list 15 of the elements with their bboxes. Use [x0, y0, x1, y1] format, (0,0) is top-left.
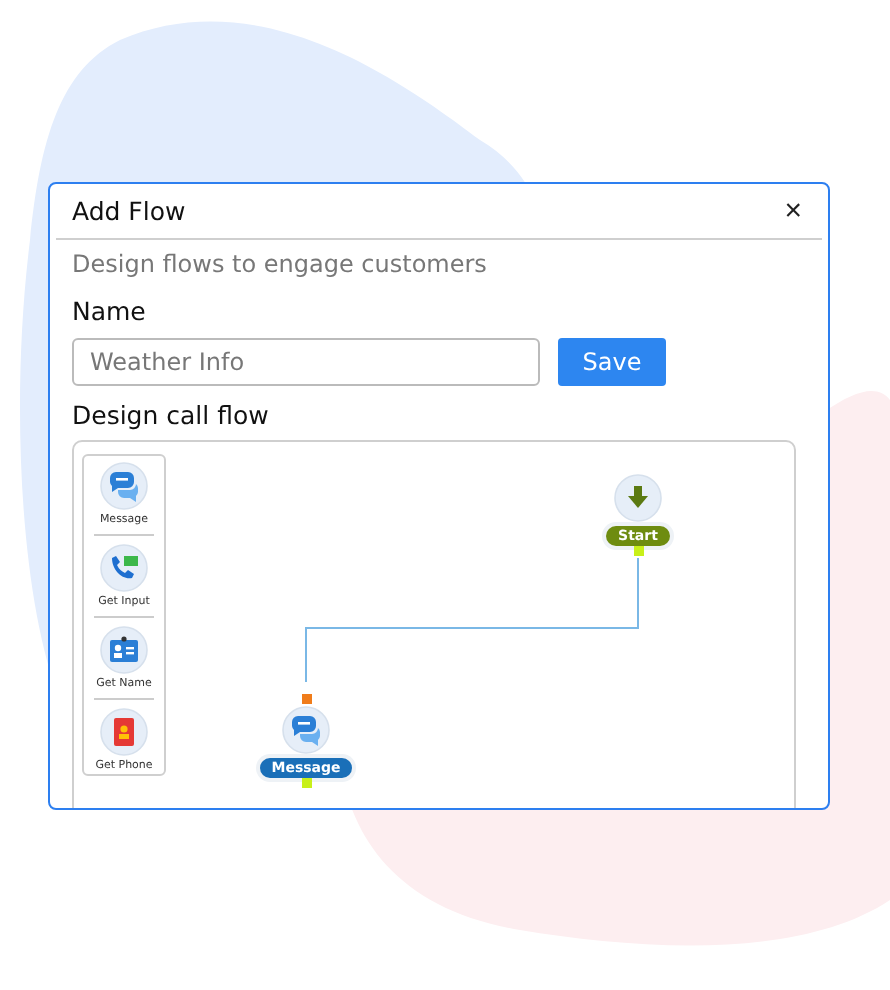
contact-book-icon [100, 708, 148, 756]
id-card-icon [100, 626, 148, 674]
dialog-subtitle: Design flows to engage customers [72, 250, 489, 278]
field-label: Name [72, 296, 148, 326]
output-port[interactable] [301, 778, 311, 788]
chat-icon [282, 706, 330, 754]
section-label: Design call flow [72, 400, 271, 430]
dialog-title: Add Flow [72, 196, 186, 226]
output-port[interactable] [633, 546, 643, 556]
input-port[interactable] [301, 694, 311, 704]
phone-icon [99, 544, 148, 592]
close-button[interactable]: × [780, 196, 806, 226]
save-button[interactable]: Save [558, 338, 666, 386]
chat-icon [99, 462, 148, 510]
name-field[interactable]: Weather Info [72, 338, 540, 386]
